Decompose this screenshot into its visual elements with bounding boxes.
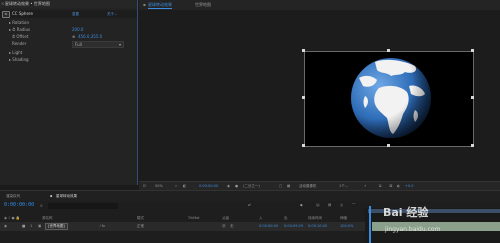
transform-handle[interactable]	[302, 96, 305, 99]
transform-handle[interactable]	[471, 144, 474, 147]
region-icon[interactable]: ▢	[279, 184, 282, 188]
fast-preview-icon[interactable]: ⚡	[364, 184, 366, 188]
tab-comp-active[interactable]: 星球转动效果	[148, 2, 172, 9]
layer-in[interactable]: 0:00:00:00	[259, 224, 278, 228]
viewer-tab-bar: ▪ 星球转动效果 世界地图	[139, 0, 500, 10]
chevron-down-icon: ▾	[118, 42, 121, 47]
fx-toggle[interactable]: fx	[2, 11, 10, 18]
transparency-grid-icon[interactable]: ▦	[287, 184, 290, 188]
exposure-icon[interactable]: ◐	[397, 184, 400, 188]
render-dropdown-value: Full	[75, 42, 82, 47]
lock-icon[interactable]: ▪	[143, 2, 146, 7]
parent-pickwhip-icon[interactable]: @	[222, 224, 226, 228]
layer-number: 1	[30, 224, 33, 228]
col-in[interactable]: 入	[259, 216, 263, 221]
label-color-icon[interactable]: ■	[22, 224, 25, 228]
layer-comp-icon: ▣	[38, 224, 42, 228]
col-duration[interactable]: 持续时间	[308, 216, 322, 221]
col-trkmat[interactable]: TrkMat	[188, 216, 200, 220]
motion-blur-icon[interactable]: ◎	[340, 203, 343, 207]
watermark-logo: Bai 经验	[383, 206, 429, 219]
about-link[interactable]: 关于...	[107, 12, 117, 17]
mask-icon[interactable]: ◧	[183, 184, 186, 188]
tab-timeline-comp[interactable]: 星球转动效果	[56, 194, 77, 199]
prop-radius[interactable]: ▸ ⏱ Radius	[9, 27, 30, 32]
layer-switches[interactable]: ⁄ fx	[100, 224, 105, 228]
prop-light[interactable]: ▸ Light	[9, 50, 22, 55]
prop-offset[interactable]: ⏱ Offset	[12, 34, 28, 39]
layer-out[interactable]: 0:00:09:29	[284, 224, 303, 228]
layer-parent-select[interactable]: 无	[230, 224, 234, 229]
timeline-icon[interactable]: ⧉	[379, 184, 382, 188]
col-stretch[interactable]: 伸缩	[340, 216, 347, 221]
color-channel-icon[interactable]: ●	[235, 184, 238, 188]
offset-crosshair-icon[interactable]: ⊕	[72, 34, 75, 39]
tab-render-queue[interactable]: 渲染队列	[6, 194, 20, 199]
layer-duration[interactable]: 0:00:10:00	[308, 224, 327, 228]
transform-handle[interactable]	[387, 144, 390, 147]
layer-name[interactable]: [世界地图]	[45, 223, 68, 230]
resolution-select[interactable]: (二分之一)	[243, 184, 260, 189]
col-source-name[interactable]: 源名称	[42, 216, 53, 221]
prop-rotation[interactable]: ▸ Rotation	[9, 20, 29, 25]
transform-handle[interactable]	[471, 96, 474, 99]
graph-editor-icon[interactable]: ⌒	[352, 203, 356, 208]
col-out[interactable]: 出	[284, 216, 288, 221]
av-features-header: ◉ ♪ ● 🔒	[4, 216, 21, 220]
timeline-timecode[interactable]: 0:00:00:00	[4, 202, 34, 208]
transform-handle[interactable]	[471, 49, 474, 52]
prop-render: Render	[12, 41, 27, 46]
exposure-value[interactable]: +0.0	[405, 184, 414, 188]
prop-shading[interactable]: ▸ Shading	[9, 57, 29, 62]
comp-mini-flowchart-icon[interactable]: ⇄	[248, 203, 251, 207]
region-of-interest-icon[interactable]: ⊡	[143, 184, 146, 188]
transform-handle[interactable]	[302, 49, 305, 52]
close-icon[interactable]: ×	[1, 1, 4, 6]
radius-value[interactable]: 200.0	[72, 27, 83, 32]
flowchart-icon[interactable]: ⌘	[389, 184, 393, 188]
current-time-indicator[interactable]	[369, 206, 371, 243]
layer-mode-select[interactable]: 正常	[137, 224, 144, 229]
offset-value[interactable]: 456.0,355.0	[78, 34, 102, 39]
shy-layers-icon[interactable]: ☺	[316, 203, 320, 207]
transform-handle[interactable]	[302, 144, 305, 147]
reset-link[interactable]: 重置	[72, 12, 79, 17]
search-icon[interactable]: ⌕	[40, 203, 48, 209]
layer-stretch[interactable]: 100.0%	[340, 224, 353, 228]
snapshot-icon[interactable]: ◉	[227, 184, 230, 188]
eye-icon[interactable]: ◉	[4, 224, 7, 228]
tab-comp-world-map[interactable]: 世界地图	[195, 2, 211, 8]
effect-name: CC Sphere	[12, 11, 33, 16]
effect-header-row[interactable]: fx CC Sphere 重置 关于...	[0, 10, 137, 18]
effect-controls-tab[interactable]: × 星球转动效果 • 世界地图	[0, 0, 137, 8]
globe-render	[351, 58, 431, 138]
draft-3d-icon[interactable]: ◆	[300, 203, 303, 207]
zoom-select[interactable]: 50%	[155, 184, 163, 188]
layer-row[interactable]: ◉ ■ 1 ▣ [世界地图] ⁄ fx 正常 @ 无 0:00:00:00 0:…	[0, 222, 365, 231]
effect-controls-tab-label: 星球转动效果 • 世界地图	[5, 1, 50, 6]
render-dropdown[interactable]: Full ▾	[72, 41, 124, 48]
watermark-url: jingyan.baidu.com	[385, 226, 441, 233]
search-input[interactable]	[48, 203, 118, 209]
grid-icon[interactable]: ⌗	[175, 184, 177, 188]
col-parent[interactable]: 父级	[222, 216, 229, 221]
frame-blending-icon[interactable]: ▤	[328, 203, 331, 207]
col-mode[interactable]: 模式	[137, 216, 144, 221]
timeline-comp-icon: ▪	[50, 194, 53, 198]
views-select[interactable]: 1个...	[339, 184, 348, 189]
viewer-timecode[interactable]: 0:00:00:00	[199, 184, 218, 188]
camera-select[interactable]: 活动摄像机	[299, 184, 317, 189]
